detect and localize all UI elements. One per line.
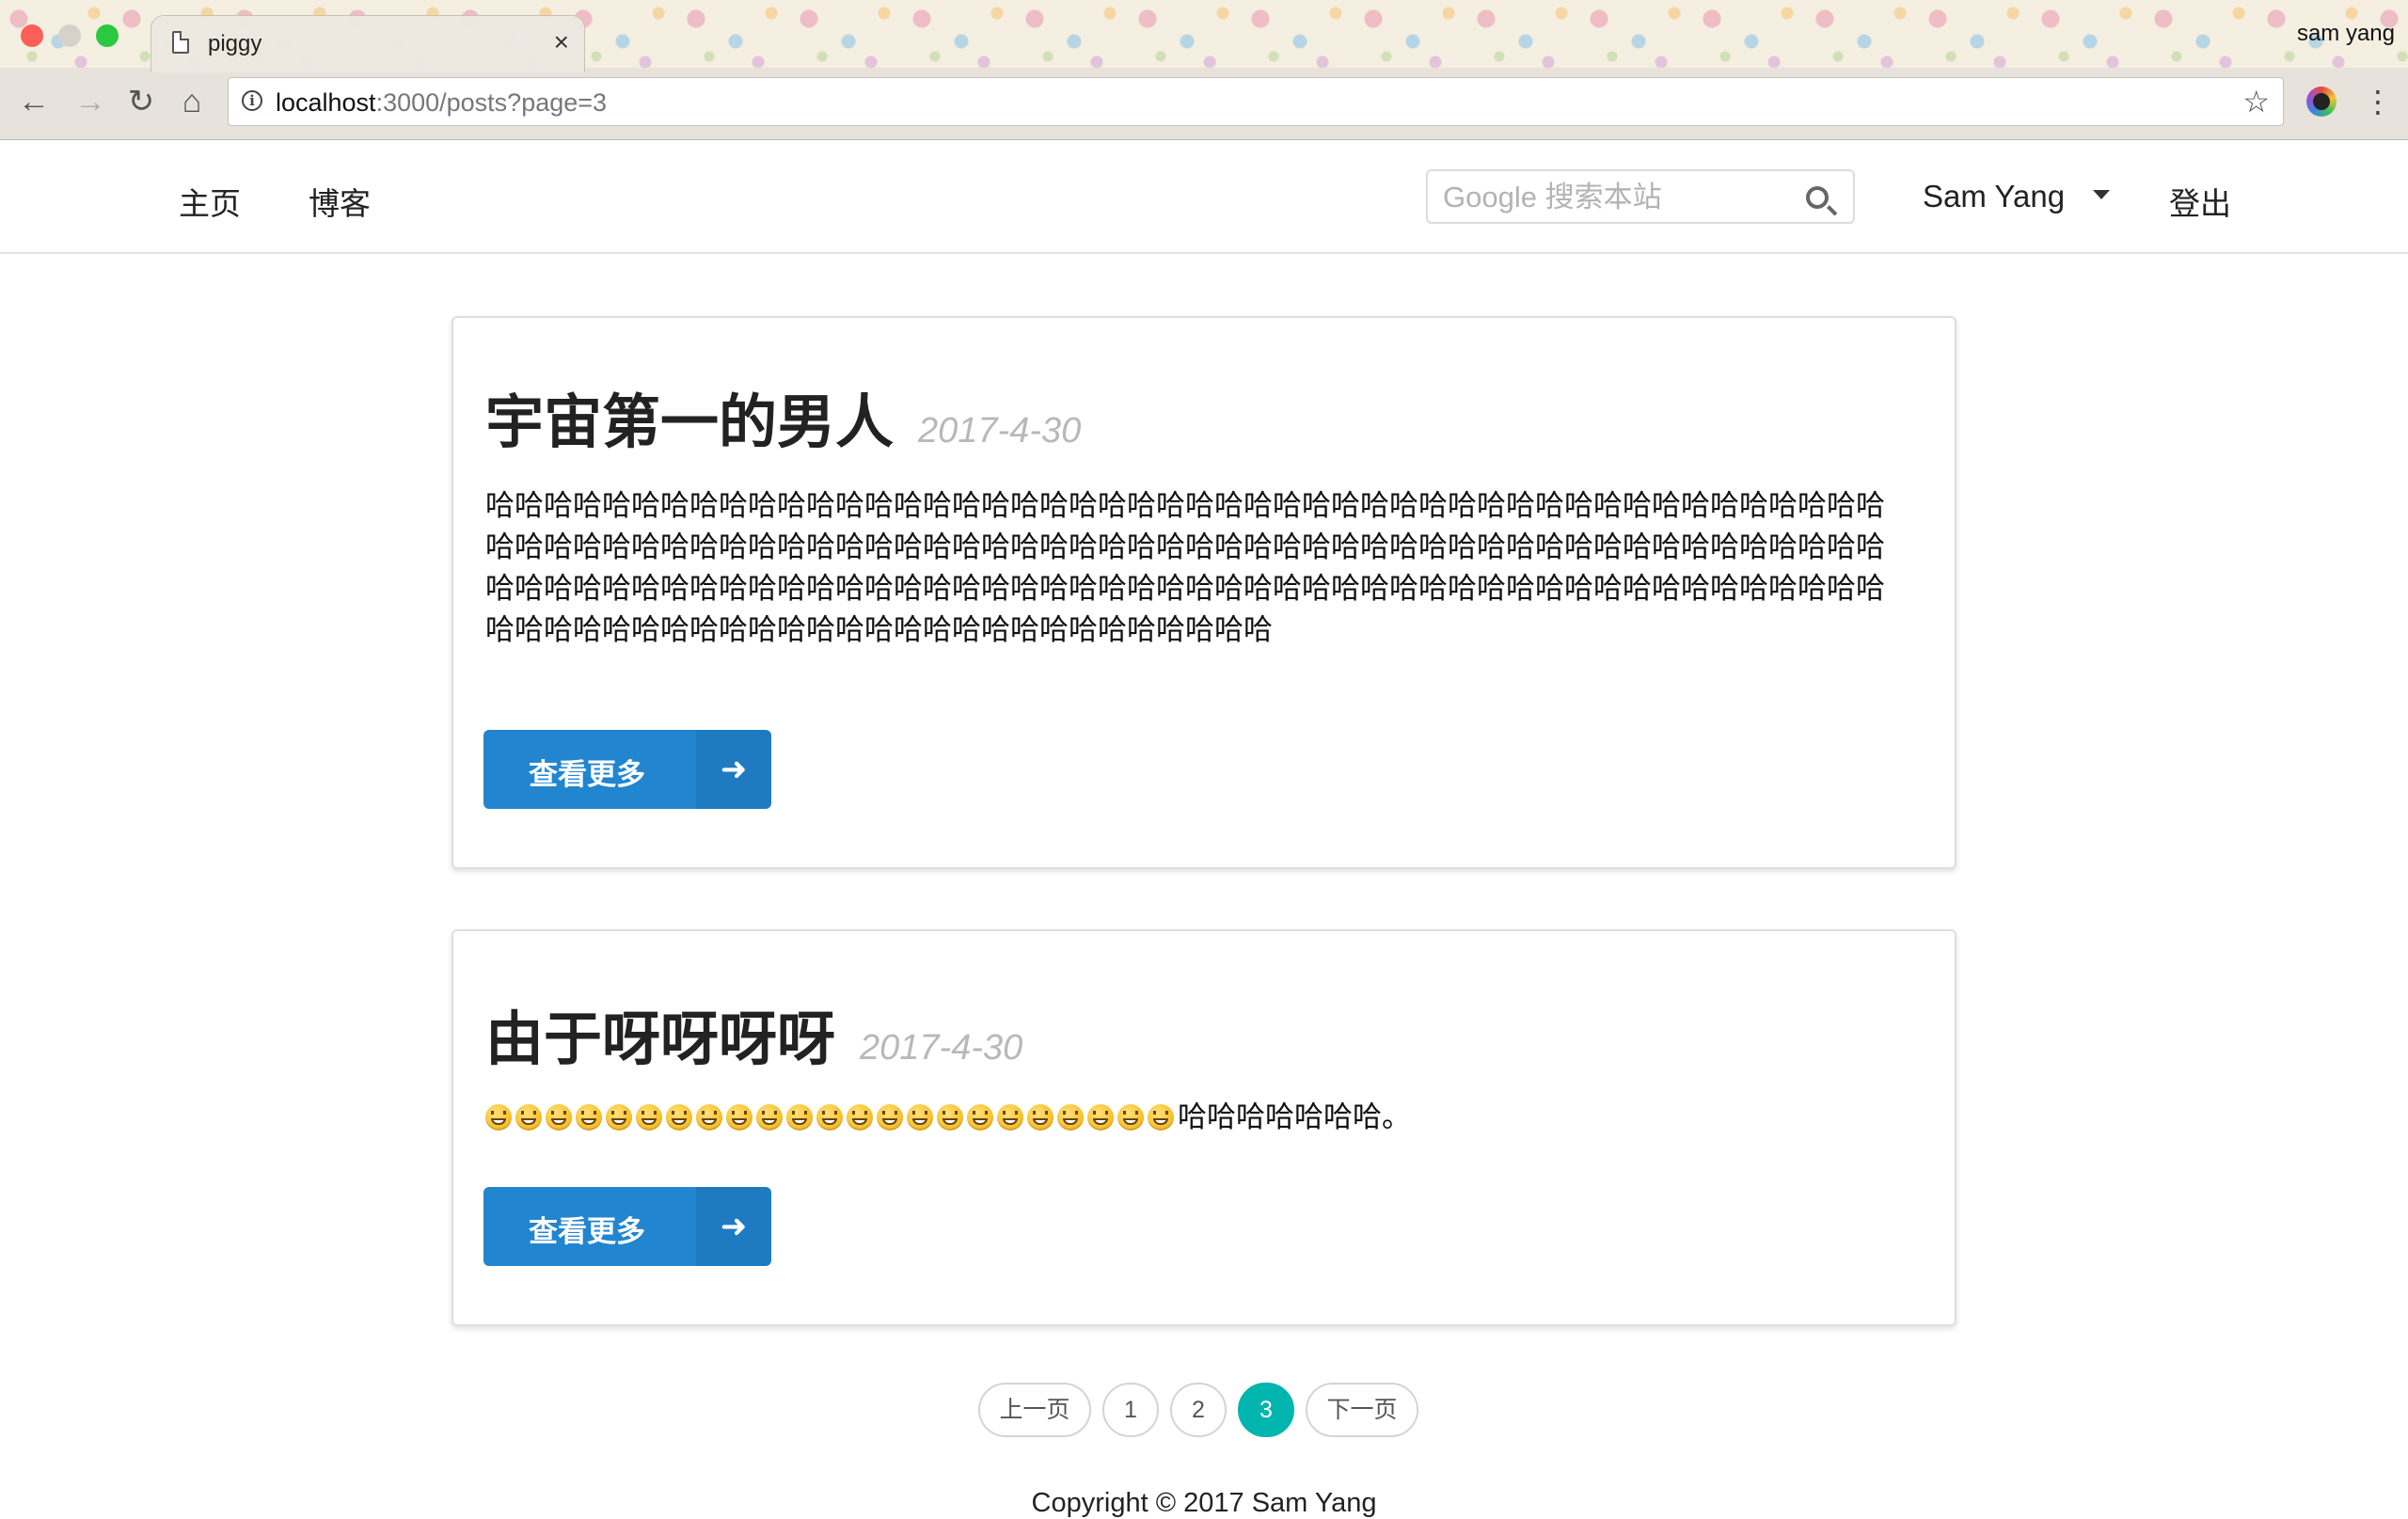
post-excerpt: 哈哈哈哈哈哈哈哈哈哈哈哈哈哈哈哈哈哈哈哈哈哈哈哈哈哈哈哈哈哈哈哈哈哈哈哈哈哈哈哈…: [485, 489, 1885, 646]
url-path: :3000/posts?page=3: [375, 88, 608, 117]
maximize-window-button[interactable]: [96, 24, 119, 47]
tab-close-icon[interactable]: ×: [554, 27, 569, 57]
read-more-button[interactable]: 查看更多 ➜: [483, 1187, 771, 1266]
grinning-emoji-icon: [937, 1104, 963, 1131]
grinning-emoji-icon: [1087, 1104, 1114, 1131]
profile-name[interactable]: sam yang: [2297, 21, 2395, 47]
post-card: 宇宙第一的男人 2017-4-30 哈哈哈哈哈哈哈哈哈哈哈哈哈哈哈哈哈哈哈哈哈哈哈…: [452, 316, 1956, 869]
reload-icon[interactable]: ↻: [122, 83, 160, 120]
read-more-label: 查看更多: [529, 1215, 645, 1248]
bookmark-star-icon[interactable]: ☆: [2242, 84, 2270, 119]
grinning-emoji-icon: [696, 1104, 722, 1131]
grinning-emoji-icon: [666, 1104, 692, 1131]
grinning-emoji-icon: [907, 1104, 933, 1131]
grinning-emoji-icon: [546, 1104, 572, 1131]
grinning-emoji-icon: [576, 1104, 602, 1131]
search-input[interactable]: [1441, 179, 1783, 216]
arrow-right-icon: ➜: [696, 1187, 771, 1266]
browser-menu-icon[interactable]: ⋮: [2363, 83, 2393, 120]
url-text[interactable]: localhost:3000/posts?page=3: [276, 88, 607, 118]
grinning-emoji-icon: [756, 1104, 783, 1131]
grinning-emoji-icon: [485, 1104, 512, 1131]
post-card: 由于呀呀呀呀 2017-4-30 哈哈哈哈哈哈哈。 查看更多 ➜: [452, 929, 1956, 1326]
nav-home-link[interactable]: 主页: [179, 179, 241, 224]
search-box: [1426, 169, 1855, 224]
browser-tab[interactable]: piggy ×: [150, 15, 585, 72]
info-icon[interactable]: i: [242, 90, 262, 111]
user-name: Sam Yang: [1923, 179, 2066, 214]
read-more-label: 查看更多: [529, 758, 645, 791]
grinning-emoji-icon: [847, 1104, 873, 1131]
grinning-emoji-icon: [877, 1104, 903, 1131]
arrow-right-icon: ➜: [696, 730, 771, 809]
document-icon: [172, 31, 189, 54]
browser-toolbar: ← → ↻ ⌂ i localhost:3000/posts?page=3 ☆ …: [0, 68, 2408, 140]
url-host: localhost: [276, 88, 376, 117]
post-title-text[interactable]: 由于呀呀呀呀: [485, 1007, 835, 1072]
post-title-text[interactable]: 宇宙第一的男人: [485, 390, 894, 455]
post-title[interactable]: 宇宙第一的男人 2017-4-30: [485, 374, 1081, 459]
post-title[interactable]: 由于呀呀呀呀 2017-4-30: [485, 991, 1022, 1076]
user-dropdown[interactable]: Sam Yang: [1923, 179, 2111, 214]
grinning-emoji-icon: [726, 1104, 752, 1131]
grinning-emoji-icon: [606, 1104, 632, 1131]
close-window-button[interactable]: [21, 24, 43, 47]
footer-copyright: Copyright © 2017 Sam Yang: [1031, 1488, 1377, 1518]
read-more-button[interactable]: 查看更多 ➜: [483, 730, 771, 809]
emoji-row: [485, 1100, 1178, 1133]
post-date: 2017-4-30: [860, 1028, 1023, 1068]
page-1-button[interactable]: 1: [1102, 1383, 1159, 1437]
search-icon[interactable]: [1806, 186, 1829, 209]
grinning-emoji-icon: [1057, 1104, 1084, 1131]
post-date: 2017-4-30: [918, 411, 1082, 451]
prev-page-button[interactable]: 上一页: [978, 1383, 1091, 1437]
logout-link[interactable]: 登出: [2169, 179, 2231, 224]
next-page-button[interactable]: 下一页: [1306, 1383, 1418, 1437]
minimize-window-button[interactable]: [58, 24, 81, 47]
forward-arrow-icon[interactable]: →: [71, 83, 109, 120]
grinning-emoji-icon: [786, 1104, 813, 1131]
post-excerpt: 哈哈哈哈哈哈哈。: [485, 1097, 1908, 1138]
grinning-emoji-icon: [636, 1104, 662, 1131]
grinning-emoji-icon: [1027, 1104, 1054, 1131]
back-arrow-icon[interactable]: ←: [15, 83, 53, 120]
caret-down-icon: [2093, 190, 2111, 200]
extension-icon[interactable]: [2306, 87, 2337, 117]
post-excerpt-text: 哈哈哈哈哈哈哈。: [1178, 1100, 1411, 1133]
grinning-emoji-icon: [997, 1104, 1023, 1131]
page-2-button[interactable]: 2: [1170, 1383, 1227, 1437]
grinning-emoji-icon: [1148, 1104, 1174, 1131]
address-bar[interactable]: i localhost:3000/posts?page=3 ☆: [228, 77, 2284, 126]
tab-title: piggy: [208, 31, 262, 56]
grinning-emoji-icon: [967, 1104, 993, 1131]
site-navbar: 主页 博客 Sam Yang 登出: [0, 139, 2408, 254]
grinning-emoji-icon: [1117, 1104, 1144, 1131]
grinning-emoji-icon: [816, 1104, 843, 1131]
nav-blog-link[interactable]: 博客: [309, 179, 371, 224]
grinning-emoji-icon: [515, 1104, 542, 1131]
home-icon[interactable]: ⌂: [173, 83, 211, 120]
page-3-button-active[interactable]: 3: [1238, 1383, 1294, 1437]
